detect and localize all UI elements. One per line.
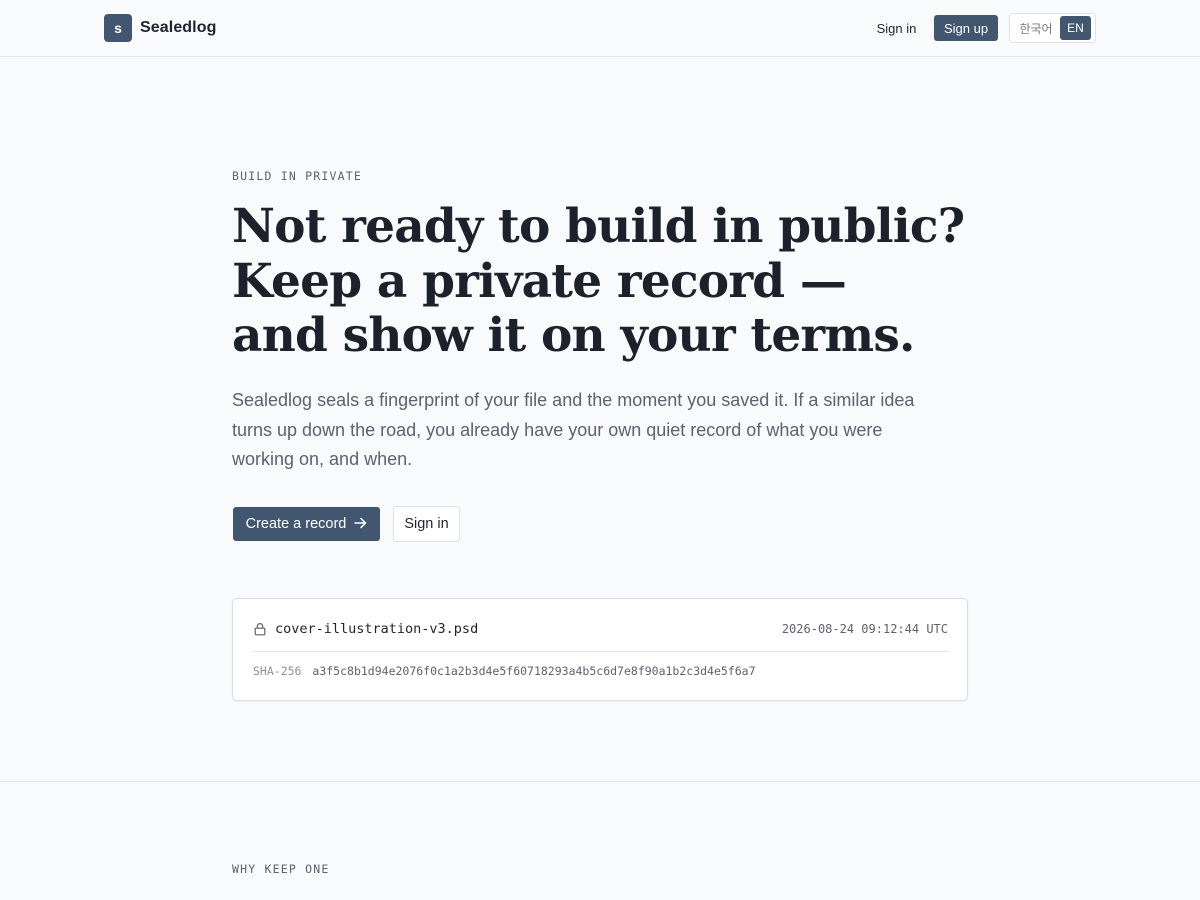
record-header: cover-illustration-v3.psd 2026-08-24 09:… — [253, 618, 948, 640]
lock-icon — [253, 622, 267, 636]
brand-mark-icon: s — [104, 14, 132, 42]
record-divider — [253, 651, 948, 652]
language-switcher: 한국어 EN — [1009, 13, 1096, 43]
hero-description: Sealedlog seals a fingerprint of your fi… — [232, 390, 915, 469]
language-option-english[interactable]: EN — [1060, 16, 1091, 40]
hash-value: a3f5c8b1d94e2076f0c1a2b3d4e5f60718293a4b… — [312, 664, 756, 678]
why-section-eyebrow: WHY KEEP ONE — [232, 862, 330, 876]
hero-eyebrow: BUILD IN PRIVATE — [232, 169, 362, 183]
brand-name: Sealedlog — [140, 19, 217, 36]
hash-algorithm-label: SHA-256 — [253, 664, 302, 678]
section-divider — [0, 781, 1200, 782]
language-option-korean[interactable]: 한국어 — [1012, 16, 1060, 40]
create-record-button[interactable]: Create a record — [233, 507, 380, 541]
hero-headline-line: Not ready to build in public? — [232, 199, 965, 254]
top-navigation-bar: s Sealedlog Sign in Sign up 한국어 EN — [0, 0, 1200, 57]
record-timestamp: 2026-08-24 09:12:44 UTC — [781, 622, 948, 636]
hero-headline-line: Keep a private record — — [232, 253, 847, 309]
brand-logo-link[interactable]: s Sealedlog — [104, 14, 216, 42]
header-sign-in-link[interactable]: Sign in — [869, 15, 924, 41]
record-file: cover-illustration-v3.psd — [253, 621, 478, 637]
record-hash: SHA-256 a3f5c8b1d94e2076f0c1a2b3d4e5f607… — [253, 664, 756, 678]
create-record-label: Create a record — [245, 516, 347, 532]
hero-headline-line: and show it on your terms. — [232, 308, 915, 363]
sample-record-card: cover-illustration-v3.psd 2026-08-24 09:… — [232, 598, 968, 701]
arrow-right-icon — [354, 516, 367, 532]
record-filename: cover-illustration-v3.psd — [275, 621, 479, 637]
hero-sign-in-button[interactable]: Sign in — [393, 506, 460, 542]
header-sign-up-button[interactable]: Sign up — [934, 15, 998, 41]
hero-headline: Not ready to build in public? Keep a pri… — [232, 199, 965, 364]
